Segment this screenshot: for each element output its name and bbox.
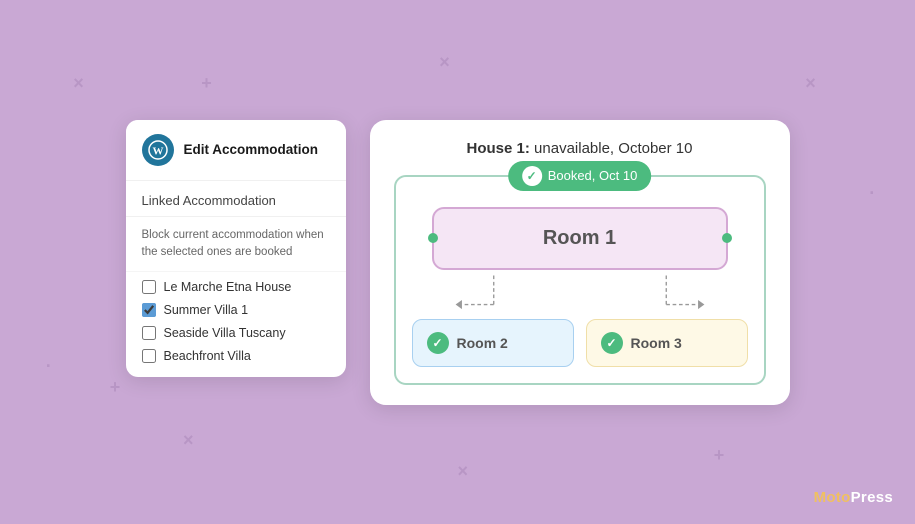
room2-label: Room 2 xyxy=(457,335,508,351)
main-content: W Edit Accommodation Linked Accommodatio… xyxy=(126,120,790,405)
room1-box: Room 1 xyxy=(432,207,728,270)
brand-name-part1: Moto xyxy=(814,489,851,506)
right-connector-dot xyxy=(722,233,732,243)
booked-check-icon xyxy=(522,166,542,186)
checkbox-beachfront-input[interactable] xyxy=(142,349,156,363)
wordpress-icon: W xyxy=(148,140,168,160)
deco-symbol: + xyxy=(714,445,725,466)
checkbox-le-marche-input[interactable] xyxy=(142,280,156,294)
checkbox-summer-villa[interactable]: Summer Villa 1 xyxy=(142,303,330,317)
svg-text:W: W xyxy=(152,145,163,157)
panel-header: W Edit Accommodation xyxy=(126,120,346,181)
left-panel: W Edit Accommodation Linked Accommodatio… xyxy=(126,120,346,378)
room2-box: Room 2 xyxy=(412,319,574,367)
wp-logo: W xyxy=(142,134,174,166)
bottom-rooms: Room 2 Room 3 xyxy=(412,319,748,367)
room2-check-icon xyxy=(427,332,449,354)
room3-label: Room 3 xyxy=(631,335,682,351)
checkbox-seaside-villa[interactable]: Seaside Villa Tuscany xyxy=(142,326,330,340)
checkbox-seaside-villa-label: Seaside Villa Tuscany xyxy=(164,326,286,340)
deco-symbol: + xyxy=(110,377,121,398)
booked-badge-text: Booked, Oct 10 xyxy=(548,168,638,183)
checkbox-seaside-villa-input[interactable] xyxy=(142,326,156,340)
deco-symbol: × xyxy=(458,461,469,482)
deco-symbol: × xyxy=(805,73,816,94)
left-connector-dot xyxy=(428,233,438,243)
diagram-title-rest: unavailable, October 10 xyxy=(530,140,693,157)
edit-accommodation-title: Edit Accommodation xyxy=(184,142,319,157)
checkbox-beachfront-label: Beachfront Villa xyxy=(164,349,251,363)
diagram-container: Booked, Oct 10 Room 1 xyxy=(394,175,766,385)
deco-symbol: · xyxy=(869,183,875,204)
right-panel: House 1: unavailable, October 10 Booked,… xyxy=(370,120,790,405)
deco-symbol: · xyxy=(46,356,52,377)
room3-box: Room 3 xyxy=(586,319,748,367)
checkbox-le-marche-label: Le Marche Etna House xyxy=(164,280,292,294)
checkbox-summer-villa-label: Summer Villa 1 xyxy=(164,303,249,317)
room3-check-icon xyxy=(601,332,623,354)
brand-name-part2: Press xyxy=(851,489,893,506)
diagram-title-bold: House 1: xyxy=(467,140,530,157)
booked-badge: Booked, Oct 10 xyxy=(508,161,652,191)
deco-symbol: + xyxy=(201,73,212,94)
diagram-title: House 1: unavailable, October 10 xyxy=(394,140,766,157)
block-description: Block current accommodation when the sel… xyxy=(126,217,346,273)
checkbox-list: Le Marche Etna House Summer Villa 1 Seas… xyxy=(126,272,346,377)
checkbox-beachfront[interactable]: Beachfront Villa xyxy=(142,349,330,363)
motopress-brand: MotoPress xyxy=(814,489,893,506)
deco-symbol: × xyxy=(73,73,84,94)
arrows-diagram xyxy=(412,270,748,310)
linked-accommodation-label: Linked Accommodation xyxy=(126,181,346,217)
checkbox-le-marche[interactable]: Le Marche Etna House xyxy=(142,280,330,294)
deco-symbol: × xyxy=(183,430,194,451)
checkbox-summer-villa-input[interactable] xyxy=(142,303,156,317)
room1-label: Room 1 xyxy=(543,227,616,249)
deco-symbol: × xyxy=(439,52,450,73)
